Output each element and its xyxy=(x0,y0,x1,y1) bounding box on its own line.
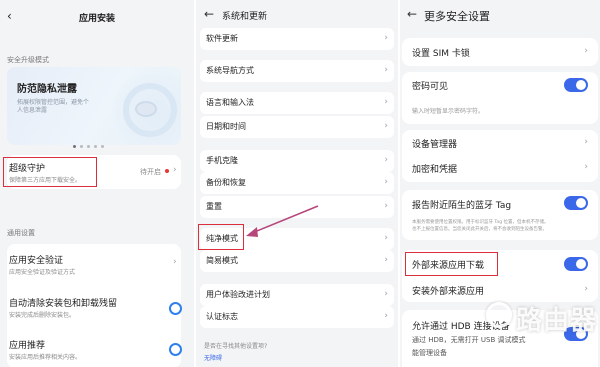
encryption-label: 加密和凭据 xyxy=(412,165,458,175)
auto-clean-subtitle: 安装完成后删除安装包。 xyxy=(9,312,76,319)
auto-clean-toggle[interactable] xyxy=(169,302,182,315)
sim-lock-row[interactable]: 设置 SIM 卡锁 › xyxy=(402,38,598,66)
annotation-arrow xyxy=(246,205,319,237)
system-update-panel: ← 系统和更新 软件更新 › 系统导航方式 › 语言和输入法 › 日期和时间 › 手机克… xyxy=(196,0,398,367)
encryption-row[interactable]: 加密和凭据 › xyxy=(402,156,598,182)
hdb-desc-2: 能管理设备 xyxy=(412,349,447,357)
banner-pagination xyxy=(73,133,108,152)
external-download-toggle[interactable] xyxy=(564,257,588,271)
app-verification-subtitle: 应用安全验证及验证方式 xyxy=(9,269,76,276)
device-admin-row[interactable]: 设备管理器 › xyxy=(402,130,598,156)
chevron-right-icon: › xyxy=(173,257,177,267)
eye-icon xyxy=(135,101,157,117)
page-title: 应用安装 xyxy=(78,14,115,24)
chevron-right-icon: › xyxy=(173,165,177,175)
auto-clean-row[interactable]: 自动清除安装包和卸载残留 安装完成后删除安装包。 xyxy=(7,292,182,322)
password-visible-subtitle: 输入时短暂显示密码字符。 xyxy=(412,108,485,115)
app-verification-title: 应用安全验证 xyxy=(9,256,64,266)
section-general: 通用设置 xyxy=(7,229,35,237)
sim-lock-label: 设置 SIM 卡锁 xyxy=(412,49,470,59)
chevron-right-icon: › xyxy=(584,284,588,294)
app-recommend-title: 应用推荐 xyxy=(9,341,46,351)
install-external-row[interactable]: 安装外部来源应用 › xyxy=(402,276,598,302)
page-dot[interactable] xyxy=(73,145,76,148)
bluetooth-tag-toggle[interactable] xyxy=(564,196,588,210)
app-verification-row[interactable]: 应用安全验证 应用安全验证及验证方式 › xyxy=(7,244,181,284)
bluetooth-tag-desc-2: 也不上报位置信息。当您关闭此开关后，将不会收到陌生设备告警。 xyxy=(412,227,547,232)
hdb-desc-1: 通过 HDB，无需打开 USB 调试模式 xyxy=(412,336,526,344)
bluetooth-tag-row[interactable]: 报告附近陌生的蓝牙 Tag 本服务需要使用位置权限。用于标识蓝牙 Tag 位置，… xyxy=(402,190,598,240)
page-dot[interactable] xyxy=(87,145,90,148)
highlight-box-external-download xyxy=(405,252,498,276)
highlight-box-super-guard xyxy=(3,157,97,187)
page-dot[interactable] xyxy=(94,145,97,148)
app-recommend-row[interactable]: 应用推荐 安装应用后推荐相关内容。 xyxy=(7,334,182,364)
watermark-logo-icon xyxy=(486,302,512,328)
install-external-label: 安装外部来源应用 xyxy=(412,287,485,297)
back-arrow-icon[interactable]: ← xyxy=(407,7,417,21)
chevron-right-icon: › xyxy=(584,137,588,147)
super-guard-status: 待开启 xyxy=(140,168,161,176)
app-install-panel: ‹ 应用安装 安全升级模式 防范隐私泄露 拓展权限管控范围，避免个 人信息泄露 … xyxy=(0,0,194,367)
page-dot[interactable] xyxy=(80,145,83,148)
bluetooth-tag-label: 报告附近陌生的蓝牙 Tag xyxy=(412,201,512,211)
section-security-mode: 安全升级模式 xyxy=(7,56,49,64)
chevron-right-icon: › xyxy=(584,46,588,56)
password-visible-label: 密码可见 xyxy=(412,82,449,92)
password-visible-row[interactable]: 密码可见 输入时短暂显示密码字符。 xyxy=(402,72,598,124)
bluetooth-tag-desc-1: 本服务需要使用位置权限。用于标识蓝牙 Tag 位置，但本机不存储。 xyxy=(412,220,549,225)
general-settings-card: 应用安全验证 应用安全验证及验证方式 › 自动清除安装包和卸载残留 安装完成后删… xyxy=(7,244,182,367)
red-dot-badge xyxy=(165,169,169,173)
device-encryption-card: 设备管理器 › 加密和凭据 › xyxy=(402,130,598,182)
banner-title: 防范隐私泄露 xyxy=(17,84,77,95)
banner-desc-2: 人信息泄露 xyxy=(17,107,48,114)
auto-clean-title: 自动清除安装包和卸载残留 xyxy=(9,299,118,309)
device-admin-label: 设备管理器 xyxy=(412,140,458,150)
page-dot[interactable] xyxy=(101,145,104,148)
app-recommend-subtitle: 安装应用后推荐相关内容。 xyxy=(9,354,82,361)
watermark-text: 路由器 xyxy=(516,306,598,336)
chevron-right-icon: › xyxy=(584,162,588,172)
page-title: 更多安全设置 xyxy=(424,10,490,23)
password-visible-toggle[interactable] xyxy=(564,78,588,92)
app-recommend-toggle[interactable] xyxy=(169,343,182,356)
